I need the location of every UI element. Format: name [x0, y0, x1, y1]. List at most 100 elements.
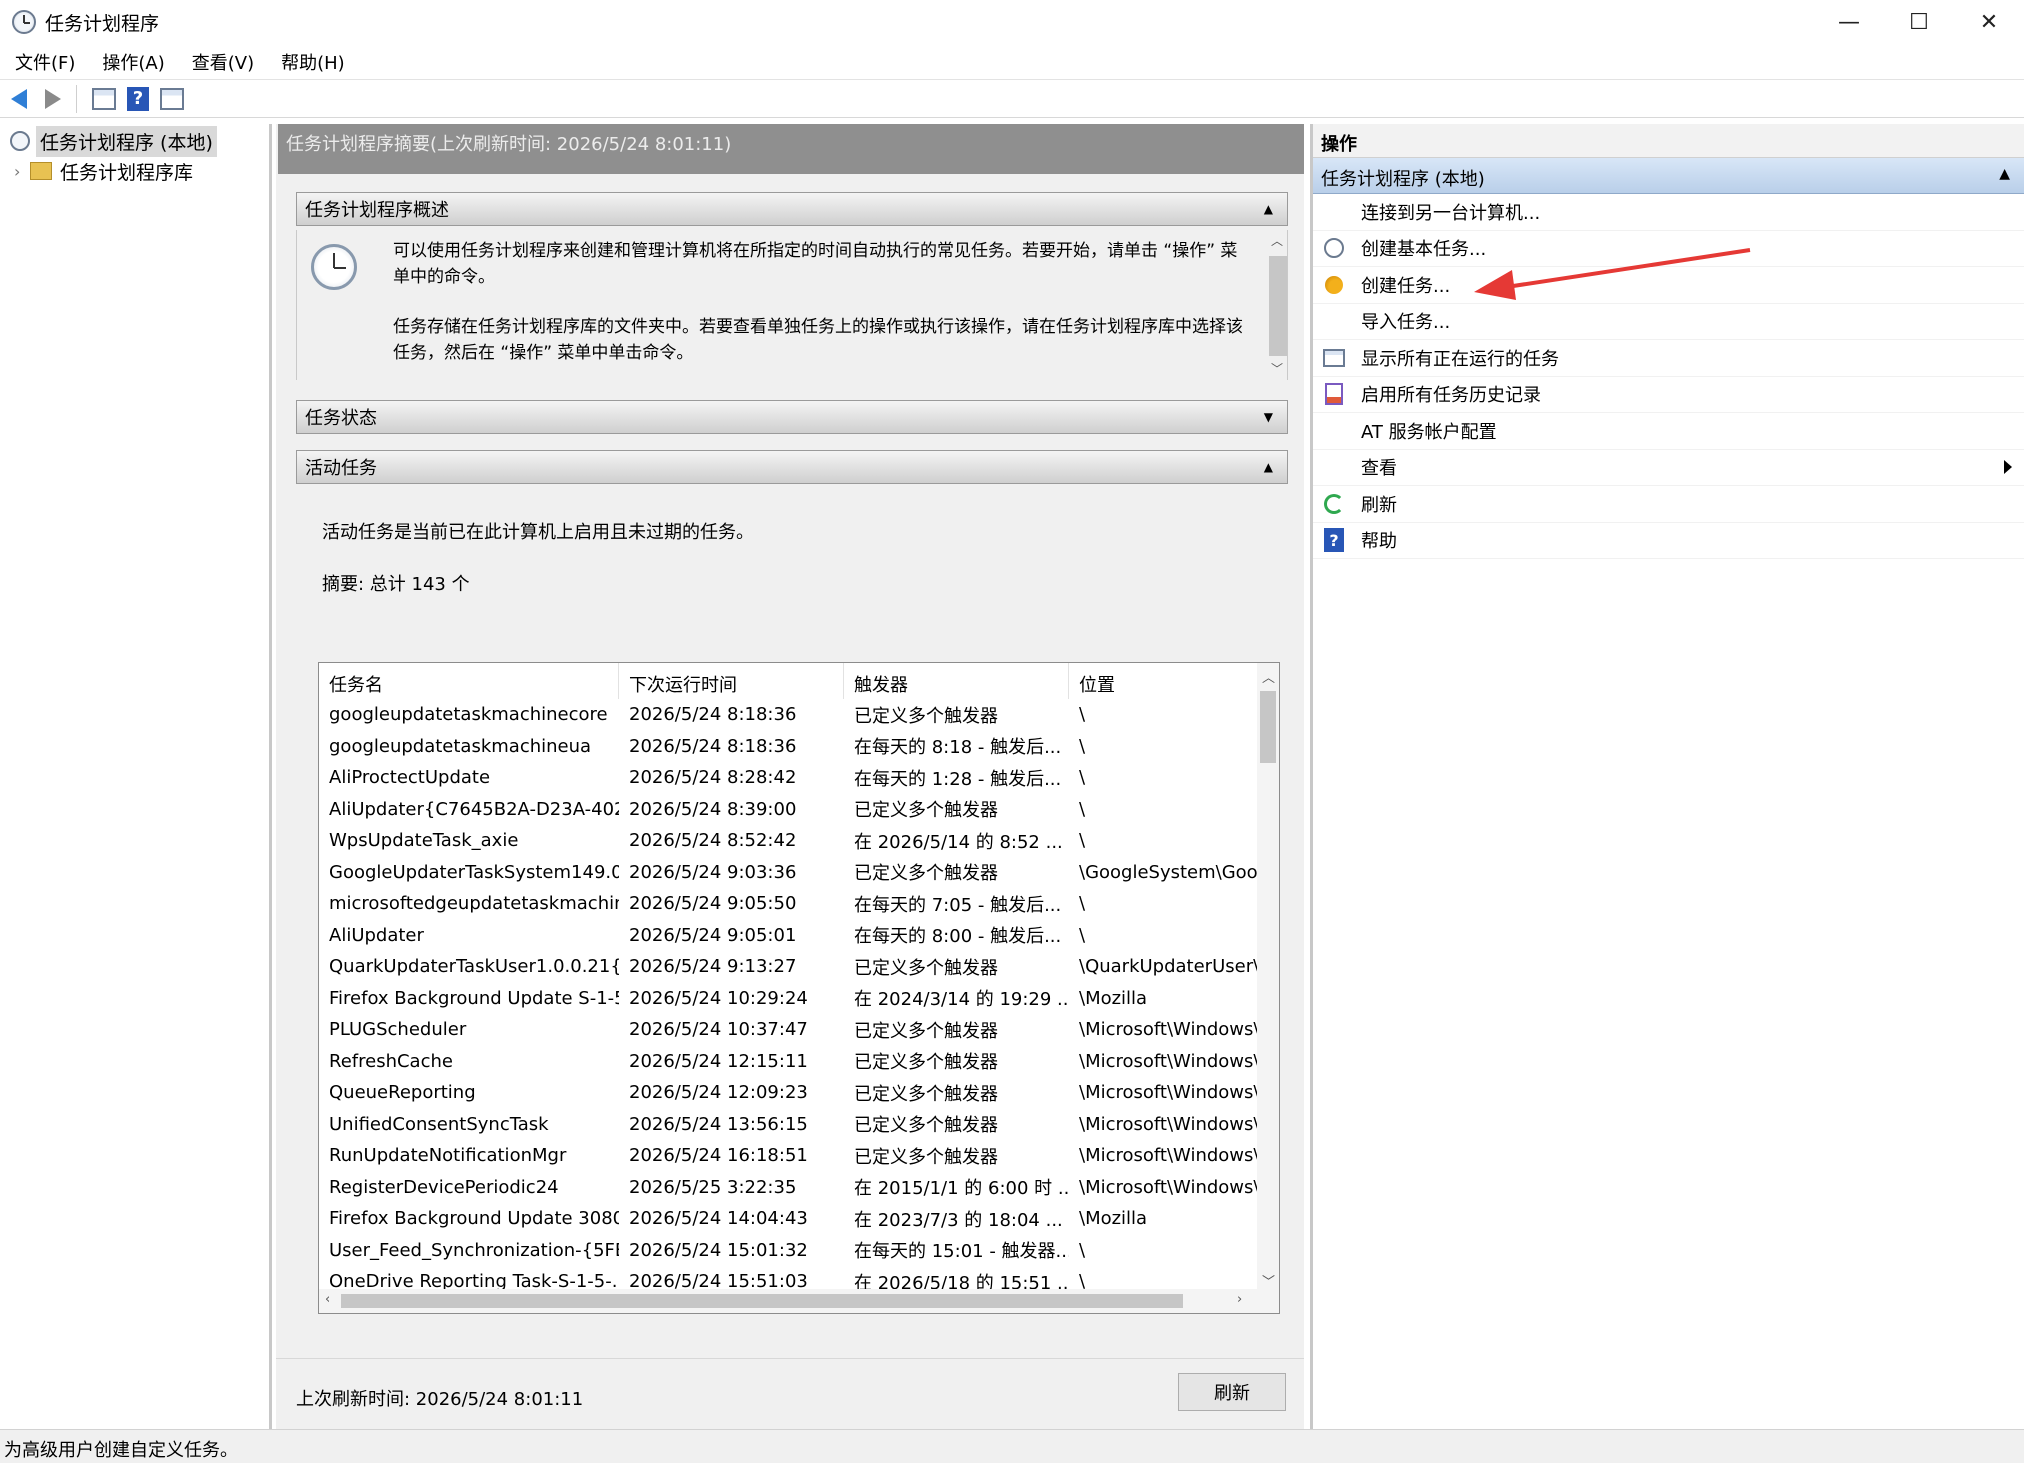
cell-location: \ — [1079, 830, 1086, 852]
table-row[interactable]: RunUpdateNotificationMgr 2026/5/24 16:18:… — [319, 1140, 1259, 1172]
table-row[interactable]: googleupdatetaskmachineua 2026/5/24 8:18:… — [319, 731, 1259, 763]
cell-trigger: 在每天的 15:01 - 触发器... — [854, 1241, 1069, 1263]
action-view[interactable]: 查看 — [1313, 450, 2024, 486]
tree-item-task-scheduler-local[interactable]: 任务计划程序 (本地) — [0, 125, 269, 157]
scroll-up-icon[interactable]: ︿ — [1271, 232, 1283, 249]
action-help[interactable]: ? 帮助 — [1313, 523, 2024, 559]
menu-file[interactable]: 文件(F) — [3, 49, 87, 75]
action-pane-icon — [160, 87, 184, 110]
menu-action[interactable]: 操作(A) — [90, 49, 176, 75]
close-button[interactable]: ✕ — [1954, 0, 2024, 44]
action-label: 启用所有任务历史记录 — [1361, 385, 1541, 407]
scroll-down-icon[interactable]: ﹀ — [1271, 360, 1283, 377]
table-row[interactable]: AliUpdater{C7645B2A-D23A-402... 2026/5/24… — [319, 794, 1259, 826]
overview-section-header[interactable]: 任务计划程序概述 ▲ — [296, 192, 1288, 226]
scrollbar-thumb[interactable] — [341, 1294, 1183, 1308]
table-row[interactable]: QueueReporting 2026/5/24 12:09:23 已定义多个触发器… — [319, 1077, 1259, 1109]
toolbar-help-button[interactable]: ? — [123, 84, 153, 114]
table-row[interactable]: RegisterDevicePeriodic24 2026/5/25 3:22:3… — [319, 1172, 1259, 1204]
task-icon — [1325, 275, 1343, 294]
expand-down-icon[interactable]: ▼ — [1264, 410, 1273, 424]
table-row[interactable]: microsoftedgeupdatetaskmachin... 2026/5/2… — [319, 888, 1259, 920]
table-row[interactable]: WpsUpdateTask_axie 2026/5/24 8:52:42 在 202… — [319, 825, 1259, 857]
table-row[interactable]: AliUpdater 2026/5/24 9:05:01 在每天的 8:00 - 触… — [319, 920, 1259, 952]
scroll-left-icon[interactable]: ‹ — [325, 1292, 330, 1307]
action-enable-task-history[interactable]: 启用所有任务历史记录 — [1313, 377, 2024, 413]
overview-scrollbar[interactable]: ︿ ﹀ — [1267, 230, 1287, 380]
status-bar: 为高级用户创建自定义任务。 — [0, 1429, 2024, 1463]
table-row[interactable]: googleupdatetaskmachinecore 2026/5/24 8:1… — [319, 699, 1259, 731]
cell-next-run-time: 2026/5/24 12:09:23 — [629, 1082, 808, 1104]
show-hide-console-tree-button[interactable] — [89, 84, 119, 114]
cell-next-run-time: 2026/5/24 9:03:36 — [629, 861, 797, 883]
action-display-running-tasks[interactable]: 显示所有正在运行的任务 — [1313, 340, 2024, 377]
cell-next-run-time: 2026/5/24 9:05:01 — [629, 924, 797, 946]
cell-location: \Microsoft\Windows\ — [1079, 1176, 1259, 1198]
forward-button[interactable] — [38, 84, 68, 114]
column-header-trigger[interactable]: 触发器 — [844, 663, 1069, 699]
action-label: 查看 — [1361, 458, 1397, 480]
scroll-up-icon[interactable]: ︿ — [1262, 667, 1275, 686]
table-row[interactable]: Firefox Background Update 3080... 2026/5/… — [319, 1203, 1259, 1235]
back-button[interactable] — [4, 84, 34, 114]
toolbar: ? — [0, 80, 2024, 118]
task-status-section-header[interactable]: 任务状态 ▼ — [296, 400, 1288, 434]
icon-slot — [1323, 493, 1345, 515]
cell-location: \ — [1079, 767, 1086, 789]
collapse-up-icon[interactable]: ▲ — [1264, 460, 1273, 474]
column-header-location[interactable]: 位置 — [1069, 663, 1259, 699]
menu-bar: 文件(F) 操作(A) 查看(V) 帮助(H) — [0, 44, 2024, 80]
table-row[interactable]: QuarkUpdaterTaskUser1.0.0.21{F... 2026/5/… — [319, 951, 1259, 983]
cell-next-run-time: 2026/5/24 15:01:32 — [629, 1239, 808, 1261]
scroll-down-icon[interactable]: ﹀ — [1262, 1271, 1275, 1290]
minimize-button[interactable]: — — [1814, 0, 1884, 44]
cell-next-run-time: 2026/5/24 14:04:43 — [629, 1208, 808, 1230]
chevron-right-icon[interactable]: › — [14, 162, 30, 181]
section-title: 任务计划程序概述 — [305, 200, 449, 221]
column-header-task-name[interactable]: 任务名 — [319, 663, 619, 699]
scroll-right-icon[interactable]: › — [1237, 1292, 1242, 1307]
actions-pane: 操作 任务计划程序 (本地) ▲ 连接到另一台计算机... 创建基本任务... … — [1310, 124, 2024, 1429]
cell-location: \Microsoft\Windows\ — [1079, 1050, 1259, 1072]
task-scheduler-app-icon — [12, 10, 36, 34]
window-controls: — ☐ ✕ — [1814, 0, 2024, 44]
action-refresh[interactable]: 刷新 — [1313, 486, 2024, 523]
table-row[interactable]: UnifiedConsentSyncTask 2026/5/24 13:56:15… — [319, 1109, 1259, 1141]
table-horizontal-scrollbar[interactable]: ‹ › — [319, 1289, 1279, 1313]
action-connect-another-computer[interactable]: 连接到另一台计算机... — [1313, 194, 2024, 231]
table-row[interactable]: GoogleUpdaterTaskSystem149.0.... 2026/5/2… — [319, 857, 1259, 889]
scrollbar-thumb[interactable] — [1260, 691, 1276, 763]
cell-next-run-time: 2026/5/24 8:18:36 — [629, 735, 797, 757]
show-hide-action-pane-button[interactable] — [157, 84, 187, 114]
cell-trigger: 在每天的 8:18 - 触发后... — [854, 737, 1062, 759]
table-row[interactable]: PLUGScheduler 2026/5/24 10:37:47 已定义多个触发器 \… — [319, 1014, 1259, 1046]
maximize-button[interactable]: ☐ — [1884, 0, 1954, 44]
clock-icon — [10, 131, 30, 151]
cell-task-name: googleupdatetaskmachinecore — [329, 704, 608, 726]
table-row[interactable]: Firefox Background Update S-1-5... 2026/5… — [319, 983, 1259, 1015]
menu-view[interactable]: 查看(V) — [180, 49, 266, 75]
running-tasks-icon — [1323, 348, 1345, 367]
actions-section-header[interactable]: 任务计划程序 (本地) ▲ — [1313, 158, 2024, 194]
active-tasks-section-header[interactable]: 活动任务 ▲ — [296, 450, 1288, 484]
clock-icon — [1324, 238, 1344, 259]
action-at-service-account[interactable]: AT 服务帐户配置 — [1313, 413, 2024, 450]
collapse-up-icon[interactable]: ▲ — [1999, 166, 2010, 182]
cell-location: \ — [1079, 735, 1086, 757]
table-row[interactable]: User_Feed_Synchronization-{5FE... 2026/5/… — [319, 1235, 1259, 1267]
table-row[interactable]: AliProctectUpdate 2026/5/24 8:28:42 在每天的 1… — [319, 762, 1259, 794]
cell-trigger: 在每天的 1:28 - 触发后... — [854, 768, 1062, 790]
cell-task-name: GoogleUpdaterTaskSystem149.0.... — [329, 861, 619, 883]
cell-next-run-time: 2026/5/24 8:28:42 — [629, 767, 797, 789]
cell-task-name: RegisterDevicePeriodic24 — [329, 1176, 559, 1198]
menu-help[interactable]: 帮助(H) — [269, 49, 357, 75]
collapse-up-icon[interactable]: ▲ — [1264, 202, 1273, 216]
tree-item-task-scheduler-library[interactable]: › 任务计划程序库 — [0, 156, 269, 186]
scrollbar-thumb[interactable] — [1269, 256, 1287, 356]
table-row[interactable]: RefreshCache 2026/5/24 12:15:11 已定义多个触发器 \M… — [319, 1046, 1259, 1078]
refresh-button[interactable]: 刷新 — [1178, 1373, 1286, 1411]
icon-slot — [1323, 383, 1345, 406]
table-vertical-scrollbar[interactable]: ︿ ﹀ — [1257, 663, 1279, 1291]
last-refresh-time: 上次刷新时间: 2026/5/24 8:01:11 — [296, 1389, 584, 1410]
column-header-next-run-time[interactable]: 下次运行时间 — [619, 663, 844, 699]
